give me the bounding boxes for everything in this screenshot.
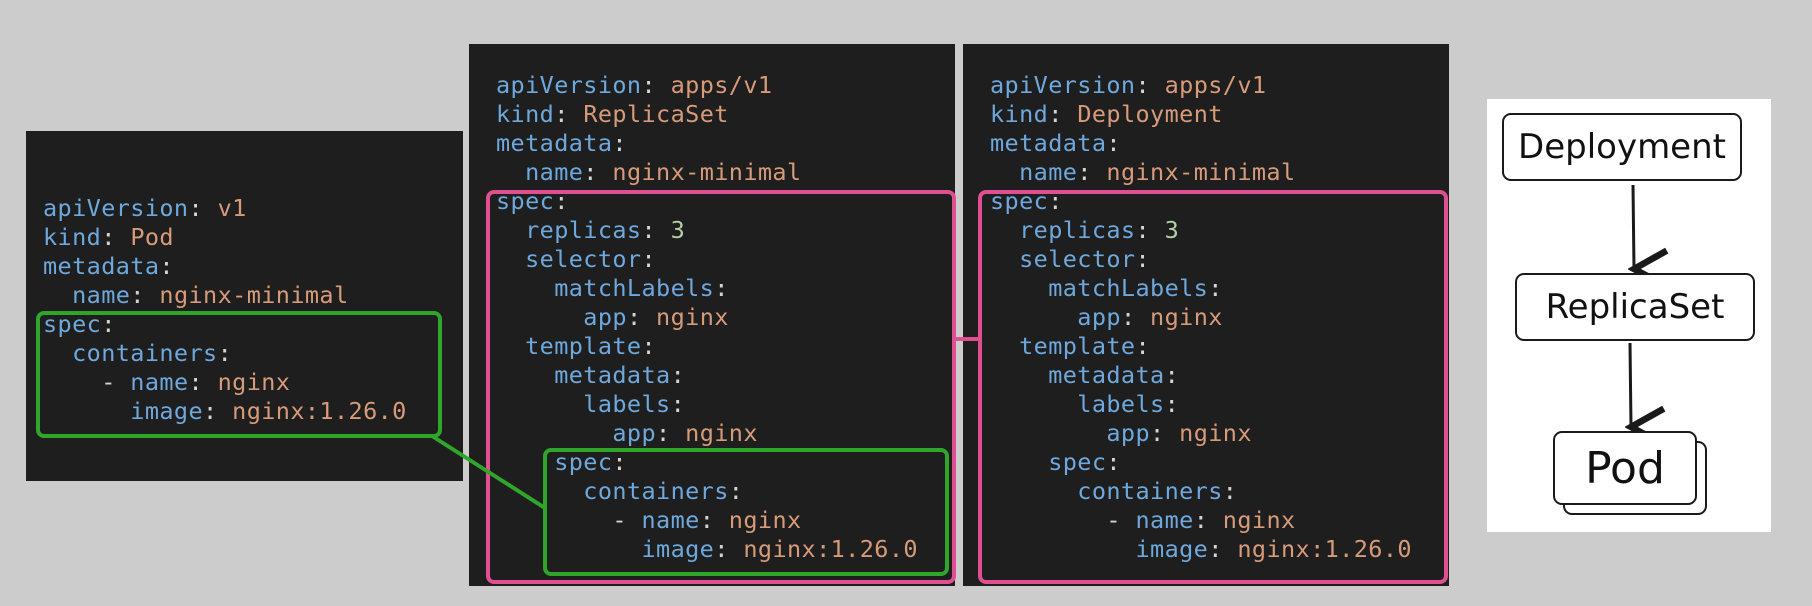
code-line: metadata:	[496, 129, 918, 158]
code-line: kind: Deployment	[990, 100, 1412, 129]
code-token: kind	[990, 100, 1049, 128]
code-token: Pod	[130, 223, 174, 251]
code-token: :	[612, 129, 627, 157]
replicaset-node-label: ReplicaSet	[1545, 287, 1725, 327]
code-line: apiVersion: apps/v1	[496, 71, 918, 100]
code-token: :	[159, 252, 174, 280]
code-token: metadata	[43, 252, 160, 280]
hierarchy-diagram: Deployment ReplicaSet Pod	[1487, 99, 1771, 532]
code-token: Deployment	[1077, 100, 1223, 128]
code-line: apiVersion: apps/v1	[990, 71, 1412, 100]
code-token: apiVersion	[496, 71, 642, 99]
code-token: metadata	[496, 129, 613, 157]
code-line: kind: ReplicaSet	[496, 100, 918, 129]
code-token: :	[554, 100, 584, 128]
code-token: :	[188, 194, 218, 222]
code-token: apiVersion	[990, 71, 1136, 99]
code-token: kind	[496, 100, 555, 128]
code-token: :	[583, 158, 613, 186]
code-token: v1	[217, 194, 247, 222]
replicaset-node: ReplicaSet	[1515, 273, 1755, 341]
code-token: apps/v1	[670, 71, 773, 99]
code-token: :	[101, 223, 131, 251]
code-token: name	[43, 281, 131, 309]
code-line: metadata:	[990, 129, 1412, 158]
code-token: ReplicaSet	[583, 100, 729, 128]
arrow-deployment-to-replicaset	[1633, 184, 1634, 269]
code-token: :	[1135, 71, 1165, 99]
code-token: :	[641, 71, 671, 99]
code-token: name	[990, 158, 1078, 186]
deployment-spec-highlight	[978, 190, 1448, 584]
pod-node-label: Pod	[1585, 442, 1665, 494]
code-token: apiVersion	[43, 194, 189, 222]
code-token: nginx-minimal	[612, 158, 802, 186]
pod-node: Pod	[1553, 431, 1697, 505]
code-token: name	[496, 158, 584, 186]
deployment-node: Deployment	[1502, 113, 1742, 181]
code-line: name: nginx-minimal	[990, 158, 1412, 187]
code-token: kind	[43, 223, 102, 251]
pod-spec-highlight	[36, 311, 442, 438]
code-token: :	[130, 281, 160, 309]
arrow-replicaset-to-pod	[1630, 342, 1631, 427]
replicaset-pod-template-highlight	[543, 448, 949, 576]
code-token: :	[1048, 100, 1078, 128]
code-token: :	[1077, 158, 1107, 186]
code-line: kind: Pod	[43, 223, 407, 252]
code-token: :	[1106, 129, 1121, 157]
code-token: metadata	[990, 129, 1107, 157]
code-line: name: nginx-minimal	[43, 281, 407, 310]
code-line: apiVersion: v1	[43, 194, 407, 223]
deployment-node-label: Deployment	[1518, 127, 1726, 167]
code-line: metadata:	[43, 252, 407, 281]
code-line: name: nginx-minimal	[496, 158, 918, 187]
code-token: nginx-minimal	[159, 281, 349, 309]
code-token: apps/v1	[1164, 71, 1267, 99]
code-token: nginx-minimal	[1106, 158, 1296, 186]
